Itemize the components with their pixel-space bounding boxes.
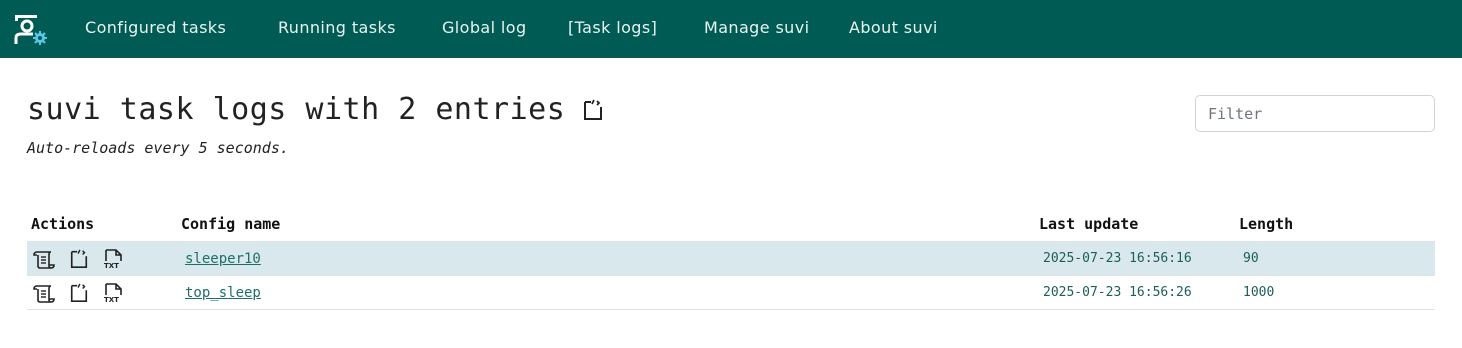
nav-running-tasks[interactable]: Running tasks bbox=[278, 18, 396, 37]
nav-about-suvi[interactable]: About suvi bbox=[849, 18, 938, 37]
filter-input[interactable] bbox=[1195, 95, 1435, 132]
row-actions: TXT bbox=[31, 282, 173, 303]
code-file-icon[interactable] bbox=[583, 99, 603, 121]
last-update-cell: 2025-07-23 16:56:26 bbox=[1043, 285, 1192, 300]
navbar: Configured tasks Running tasks Global lo… bbox=[0, 0, 1462, 58]
nav-configured-tasks[interactable]: Configured tasks bbox=[85, 18, 226, 37]
length-cell: 90 bbox=[1243, 251, 1259, 266]
page-title: suvi task logs with 2 entries bbox=[27, 92, 566, 127]
config-link-top-sleep[interactable]: top_sleep bbox=[181, 285, 261, 301]
nav-global-log[interactable]: Global log bbox=[442, 18, 527, 37]
auto-reload-note: Auto-reloads every 5 seconds. bbox=[27, 139, 289, 157]
nav-task-logs[interactable]: [Task logs] bbox=[568, 18, 657, 37]
log-scroll-icon[interactable] bbox=[33, 283, 55, 303]
header-config-name[interactable]: Config name bbox=[177, 207, 1035, 242]
svg-text:TXT: TXT bbox=[104, 262, 119, 269]
task-logs-table: Actions Config name Last update Length T… bbox=[27, 207, 1435, 310]
row-actions: TXT bbox=[31, 248, 173, 269]
header-actions[interactable]: Actions bbox=[27, 207, 177, 242]
last-update-cell: 2025-07-23 16:56:16 bbox=[1043, 251, 1192, 266]
table-row: TXT sleeper10 2025-07-23 16:56:16 90 bbox=[27, 241, 1435, 276]
suvi-logo-icon[interactable] bbox=[13, 14, 49, 46]
table-row: TXT top_sleep 2025-07-23 16:56:26 1000 bbox=[27, 275, 1435, 310]
code-file-icon[interactable] bbox=[69, 283, 89, 303]
nav-manage-suvi[interactable]: Manage suvi bbox=[704, 18, 809, 37]
header-last-update[interactable]: Last update bbox=[1035, 207, 1235, 242]
svg-text:TXT: TXT bbox=[104, 296, 119, 303]
table-header-row: Actions Config name Last update Length bbox=[27, 207, 1435, 242]
txt-file-icon[interactable]: TXT bbox=[103, 248, 125, 269]
log-scroll-icon[interactable] bbox=[33, 249, 55, 269]
config-link-sleeper10[interactable]: sleeper10 bbox=[181, 251, 261, 267]
header-length[interactable]: Length bbox=[1235, 207, 1435, 242]
txt-file-icon[interactable]: TXT bbox=[103, 282, 125, 303]
length-cell: 1000 bbox=[1243, 285, 1275, 300]
title-row: suvi task logs with 2 entries bbox=[27, 92, 603, 127]
code-file-icon[interactable] bbox=[69, 249, 89, 269]
